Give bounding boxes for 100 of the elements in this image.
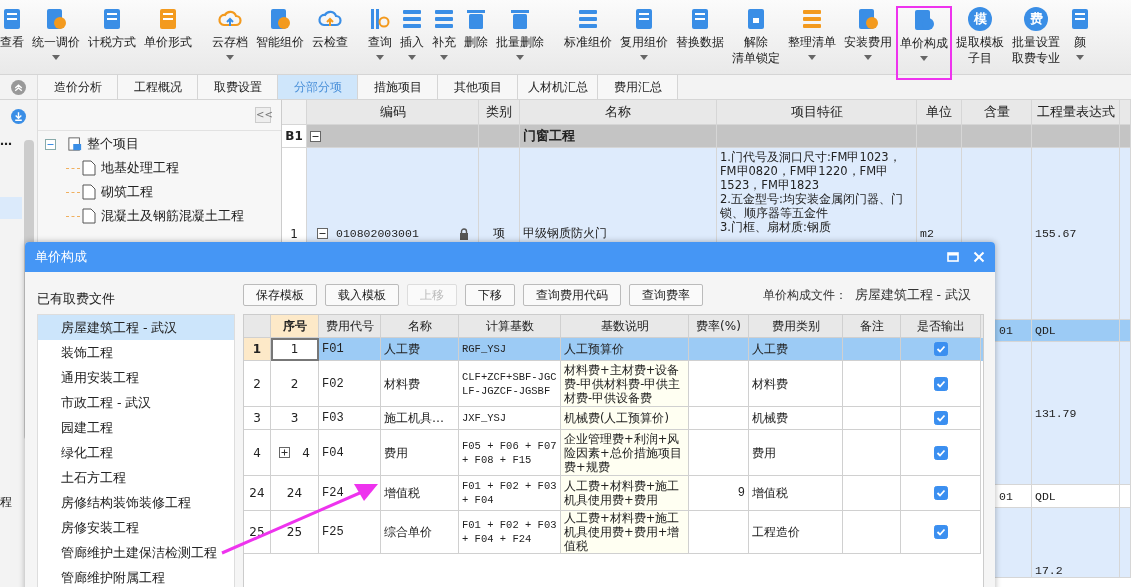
tree-item[interactable]: 整个项目 [87,135,139,153]
table-cell: 费用 [749,430,843,476]
toolbar-button[interactable]: 费 批量设置 取费专业 [1008,0,1064,75]
tree-item[interactable]: 混凝土及钢筋混凝土工程 [101,207,244,225]
toolbar-button[interactable]: 单价构成 [896,6,952,80]
list-item[interactable]: 绿化工程 [38,440,234,465]
column-header: 类别 [479,100,520,125]
checkbox[interactable] [933,525,948,539]
collapse-button[interactable]: << [255,107,271,123]
column-header: 备注 [843,315,901,338]
checkbox[interactable] [933,342,948,356]
table-cell: 材料费+主材费+设备费-甲供材料费-甲供主材费-甲供设备费 [561,361,689,407]
toolbar-button[interactable]: 补充 [428,0,460,75]
toolbar-button[interactable]: 批量删除 [492,0,548,75]
column-header: 含量 [962,100,1032,125]
checkbox[interactable] [933,486,948,500]
column-header: 费用代号 [319,315,381,338]
table-cell [689,338,749,361]
checkbox[interactable] [933,411,948,425]
column-header: 是否输出 [901,315,981,338]
toolbar-button[interactable]: 查看 [0,0,28,75]
toolbar-button[interactable]: 模 提取模板 子目 [952,0,1008,75]
toolbar-button[interactable]: 插入 [396,0,428,75]
document-icon [82,184,96,200]
close-icon[interactable] [973,251,985,263]
table-cell: 人工费+材料费+施工机具使用费+费用+增值税 [561,511,689,554]
toolbar-button[interactable]: 统一调价 [28,0,84,75]
table-cell: 人工费 [381,338,459,361]
table-cell: F03 [319,407,381,430]
tree-item[interactable]: 砌筑工程 [101,183,153,201]
tab[interactable]: 人材机汇总 [518,75,598,99]
toolbar-button[interactable]: 查询费用代码 [523,284,621,306]
row-number: B1 [282,125,307,148]
list-item[interactable]: 装饰工程 [38,340,234,365]
toolbar-button[interactable]: 整理清单 [784,0,840,75]
collapse-icon[interactable] [317,228,328,239]
item-label: 程 [0,494,12,511]
tab[interactable]: 措施项目 [358,75,438,99]
list-item[interactable]: 管廊维护附属工程 [38,565,234,587]
table-cell: 门窗工程 [520,125,717,148]
list-item[interactable]: 园建工程 [38,415,234,440]
toolbar-button[interactable]: 计税方式 [84,0,140,75]
expand-icon[interactable] [279,447,291,458]
toolbar-button[interactable]: 解除 清单锁定 [728,0,784,75]
table-cell [689,361,749,407]
table-cell: 增值税 [381,476,459,511]
toolbar-button[interactable]: 颜 [1064,0,1096,75]
toolbar-button[interactable]: 替换数据 [672,0,728,75]
column-header: 计算基数 [459,315,561,338]
toolbar-button[interactable]: 云存档 [208,0,252,75]
column-header: 基数说明 [561,315,689,338]
table-cell: 4 [302,445,310,460]
collapse-icon[interactable] [310,130,321,142]
download-icon[interactable] [11,109,26,124]
checkbox[interactable] [933,445,948,460]
toolbar-button[interactable]: 保存模板 [243,284,317,306]
column-header: 编码 [307,100,479,125]
toolbar-button[interactable]: 复用组价 [616,0,672,75]
table-cell: 17.2 [1032,508,1120,578]
list-item[interactable]: 房屋建筑工程 - 武汉 [38,315,234,340]
list-item[interactable]: 房修安装工程 [38,515,234,540]
tab[interactable]: 费用汇总 [598,75,678,99]
list-icon [400,7,424,31]
toolbar-button[interactable]: 云检查 [308,0,352,75]
checkbox[interactable] [933,376,948,391]
table-cell: 机械费(人工预算价) [561,407,689,430]
table-cell: 综合单价 [381,511,459,554]
list-item[interactable]: 通用安装工程 [38,365,234,390]
table-cell: 人工费+材料费+施工机具使用费+费用 [561,476,689,511]
maximize-icon[interactable] [947,251,959,263]
table-cell: 企业管理费+利润+风险因素+总价措施项目费+规费 [561,430,689,476]
toolbar-button[interactable]: 下移 [465,284,515,306]
selection-highlight [0,197,22,219]
tab[interactable]: 取费设置 [198,75,278,99]
tab[interactable]: 工程概况 [118,75,198,99]
toolbar-button[interactable]: 查询费率 [629,284,703,306]
toolbar-button[interactable]: 安装费用 [840,0,896,75]
tree-item[interactable]: 地基处理工程 [101,159,179,177]
row-number: 3 [244,407,271,430]
tab[interactable]: 造价分析 [38,75,118,99]
circle-icon: 模 [968,7,992,31]
toolbar-button[interactable]: 载入模板 [325,284,399,306]
table-cell [962,125,1032,148]
column-header: 费率(%) [689,315,749,338]
tab[interactable]: 其他项目 [438,75,518,99]
table-cell [917,125,962,148]
toolbar-button[interactable]: 单价形式 [140,0,196,75]
file-label: 单价构成文件： [762,286,847,304]
toolbar-button[interactable]: 删除 [460,0,492,75]
table-cell: QDL [1032,320,1120,342]
list-item[interactable]: 管廊维护土建保洁检测工程 [38,540,234,565]
toolbar-button[interactable]: 智能组价 [252,0,308,75]
feature-line: 3.门框、扇材质:钢质 [720,220,831,234]
list-item[interactable]: 房修结构装饰装修工程 [38,490,234,515]
table-cell: F01 [319,338,381,361]
list-item[interactable]: 土石方工程 [38,465,234,490]
toolbar-button[interactable]: 标准组价 [560,0,616,75]
feature-line: 2.五金型号:均安装金属闭门器、门锁、顺序器等五金件 [720,192,904,220]
toolbar-button[interactable]: 查询 [364,0,396,75]
list-item[interactable]: 市政工程 - 武汉 [38,390,234,415]
